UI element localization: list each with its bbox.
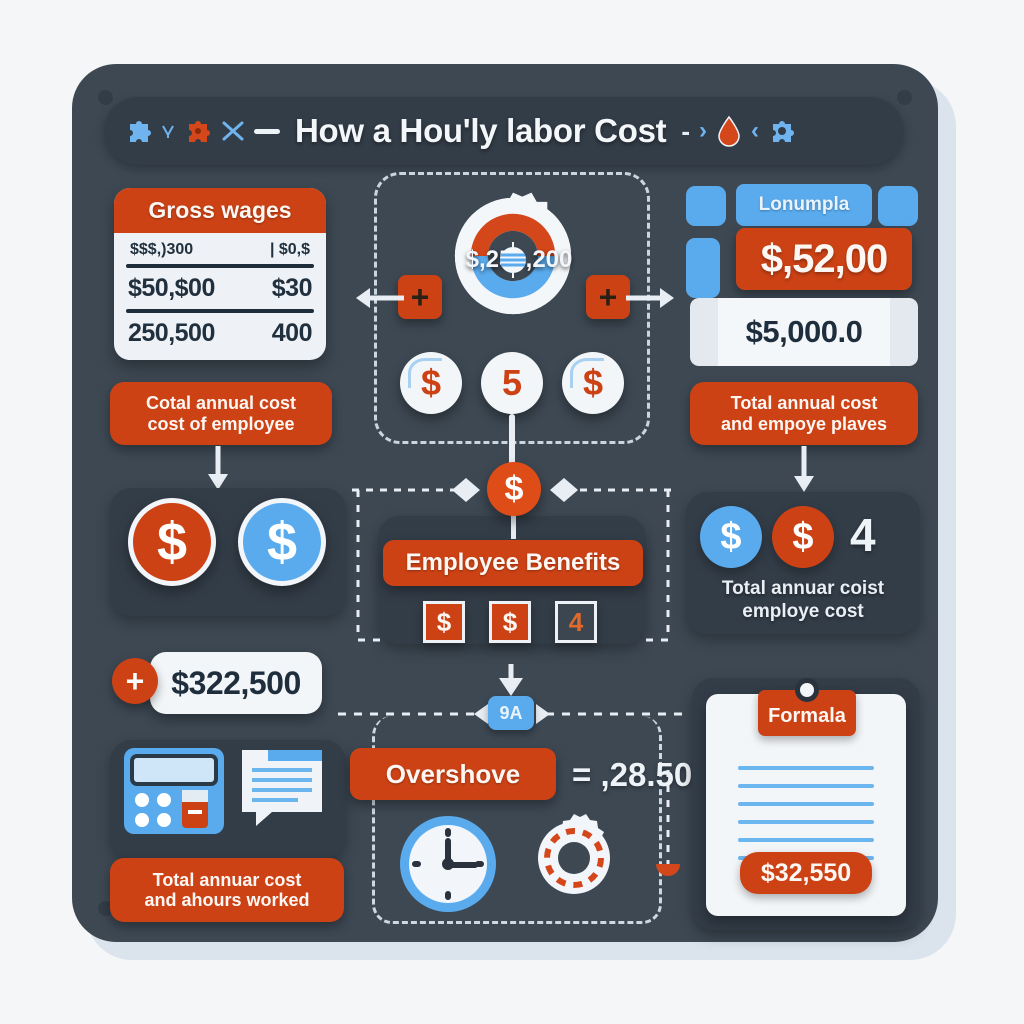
equals-value: = ,28.50	[572, 756, 693, 793]
table-rule	[126, 309, 314, 313]
screw-top-left-icon	[98, 90, 113, 105]
coin-icon: 5	[481, 352, 543, 414]
table-rule	[126, 264, 314, 268]
caption-line-2: and empoye plaves	[720, 413, 888, 434]
clock-icon	[400, 816, 496, 912]
benefits-connector-stem	[511, 513, 516, 539]
table-header-cell-0: $$$,)300	[130, 241, 194, 258]
coin-label: $	[156, 512, 188, 572]
arrow-right-icon	[626, 288, 674, 308]
droplet-icon	[718, 115, 740, 147]
page-title: How a Hou'ly labor Cost	[295, 112, 667, 149]
gross-wages-caption: Cotal annual cost cost of employee	[110, 382, 332, 445]
bottom-left-caption: Total annuar cost and ahours worked	[110, 858, 344, 922]
caption-line-2: cost of employee	[147, 413, 295, 434]
top-right-orange-value: $,52,00	[736, 228, 912, 290]
gross-wages-table: $$$,)300 | $0,$ $50,$00 $30 250,500 400	[114, 233, 326, 356]
calculator-icon	[124, 748, 224, 834]
gear-puzzle-icon	[772, 121, 794, 142]
gross-wages-heading: Gross wages	[114, 188, 326, 233]
caption-line-1: Cotal annual cost	[145, 393, 297, 414]
dash-icon	[254, 128, 280, 134]
bottom-left-value: $322,500	[150, 652, 322, 714]
top-right-caption: Total annual cost and empoye plaves	[690, 382, 918, 445]
table-cell-1-0: 250,500	[128, 319, 215, 347]
plus-circle-icon: +	[112, 658, 158, 704]
table-row: 250,500 400	[126, 315, 314, 352]
arrow-left-icon	[356, 288, 404, 308]
clipboard-line	[738, 802, 874, 806]
caption-line-1: Total annual cost	[730, 393, 878, 414]
title-bar: How a Hou'ly labor Cost - › ‹	[104, 97, 904, 165]
employee-benefits-label: Employee Benefits	[383, 540, 643, 586]
coin-blue-icon: $	[238, 498, 326, 586]
title-separator: -	[681, 115, 690, 146]
chevron-left-icon: ‹	[750, 117, 759, 144]
top-right-white-value: $5,000.0	[718, 298, 890, 366]
coin-icon: $	[562, 352, 624, 414]
table-cell-1-1: 400	[271, 319, 313, 347]
plus-box-left[interactable]: +	[398, 275, 442, 319]
coin-orange-icon: $	[772, 506, 834, 568]
small-blue-glyph-icon	[162, 125, 174, 138]
table-cell-0-0: $50,$00	[128, 274, 215, 302]
table-header-cell-1: | $0,$	[269, 241, 310, 258]
coin-icon: $	[400, 352, 462, 414]
coin-blue-icon: $	[700, 506, 762, 568]
plus-box-right[interactable]: +	[586, 275, 630, 319]
mid-right-caption: Total annuar coist employe cost	[692, 578, 914, 624]
coin-label: $	[266, 512, 298, 572]
clipboard-line	[738, 766, 874, 770]
caption-line-2: employe cost	[742, 600, 864, 622]
benefit-square: 4	[555, 601, 597, 643]
orb-icon	[500, 242, 526, 278]
clipboard-line	[738, 820, 874, 824]
benefit-square: $	[489, 601, 531, 643]
tab-left-lower-decor	[686, 238, 720, 298]
caption-line-1: Total annuar cost	[152, 869, 302, 890]
coin-orange-icon: $	[128, 498, 216, 586]
clipboard-line	[738, 838, 874, 842]
caption-line-2: and ahours worked	[144, 890, 310, 910]
screw-top-right-icon	[897, 90, 912, 105]
top-right-tab-label: Lonumpla	[736, 184, 872, 226]
table-row: $50,$00 $30	[126, 270, 314, 307]
mid-right-number: 4	[850, 509, 876, 561]
coin-gloss-icon	[570, 358, 604, 388]
table-cell-0-1: $30	[271, 274, 313, 302]
coin-gloss-icon	[408, 358, 442, 388]
coin-label: 5	[501, 362, 523, 403]
document-icon	[242, 750, 322, 826]
overshove-label: Overshove	[350, 748, 556, 800]
puzzle-piece-orange-icon	[189, 121, 210, 142]
puzzle-piece-blue-icon	[130, 121, 151, 142]
dollar-circle-icon: $	[487, 462, 541, 516]
clipboard-line	[738, 784, 874, 788]
clipboard-value: $32,550	[740, 852, 872, 894]
chevron-right-icon: ›	[698, 117, 707, 144]
table-header-row: $$$,)300 | $0,$	[126, 239, 314, 262]
top-right-white-bar: $5,000.0	[690, 298, 918, 366]
caption-line-1: Total annuar coist	[721, 578, 885, 599]
clipboard-ring-icon	[795, 678, 819, 702]
x-mark-icon	[222, 121, 244, 141]
gross-wages-card: Gross wages $$$,)300 | $0,$ $50,$00 $30 …	[114, 188, 326, 360]
tab-right-decor	[878, 186, 918, 226]
gear-dashed-icon	[538, 814, 610, 894]
benefit-square: $	[423, 601, 465, 643]
badge-9a: 9A	[488, 696, 534, 730]
tab-left-decor	[686, 186, 726, 226]
